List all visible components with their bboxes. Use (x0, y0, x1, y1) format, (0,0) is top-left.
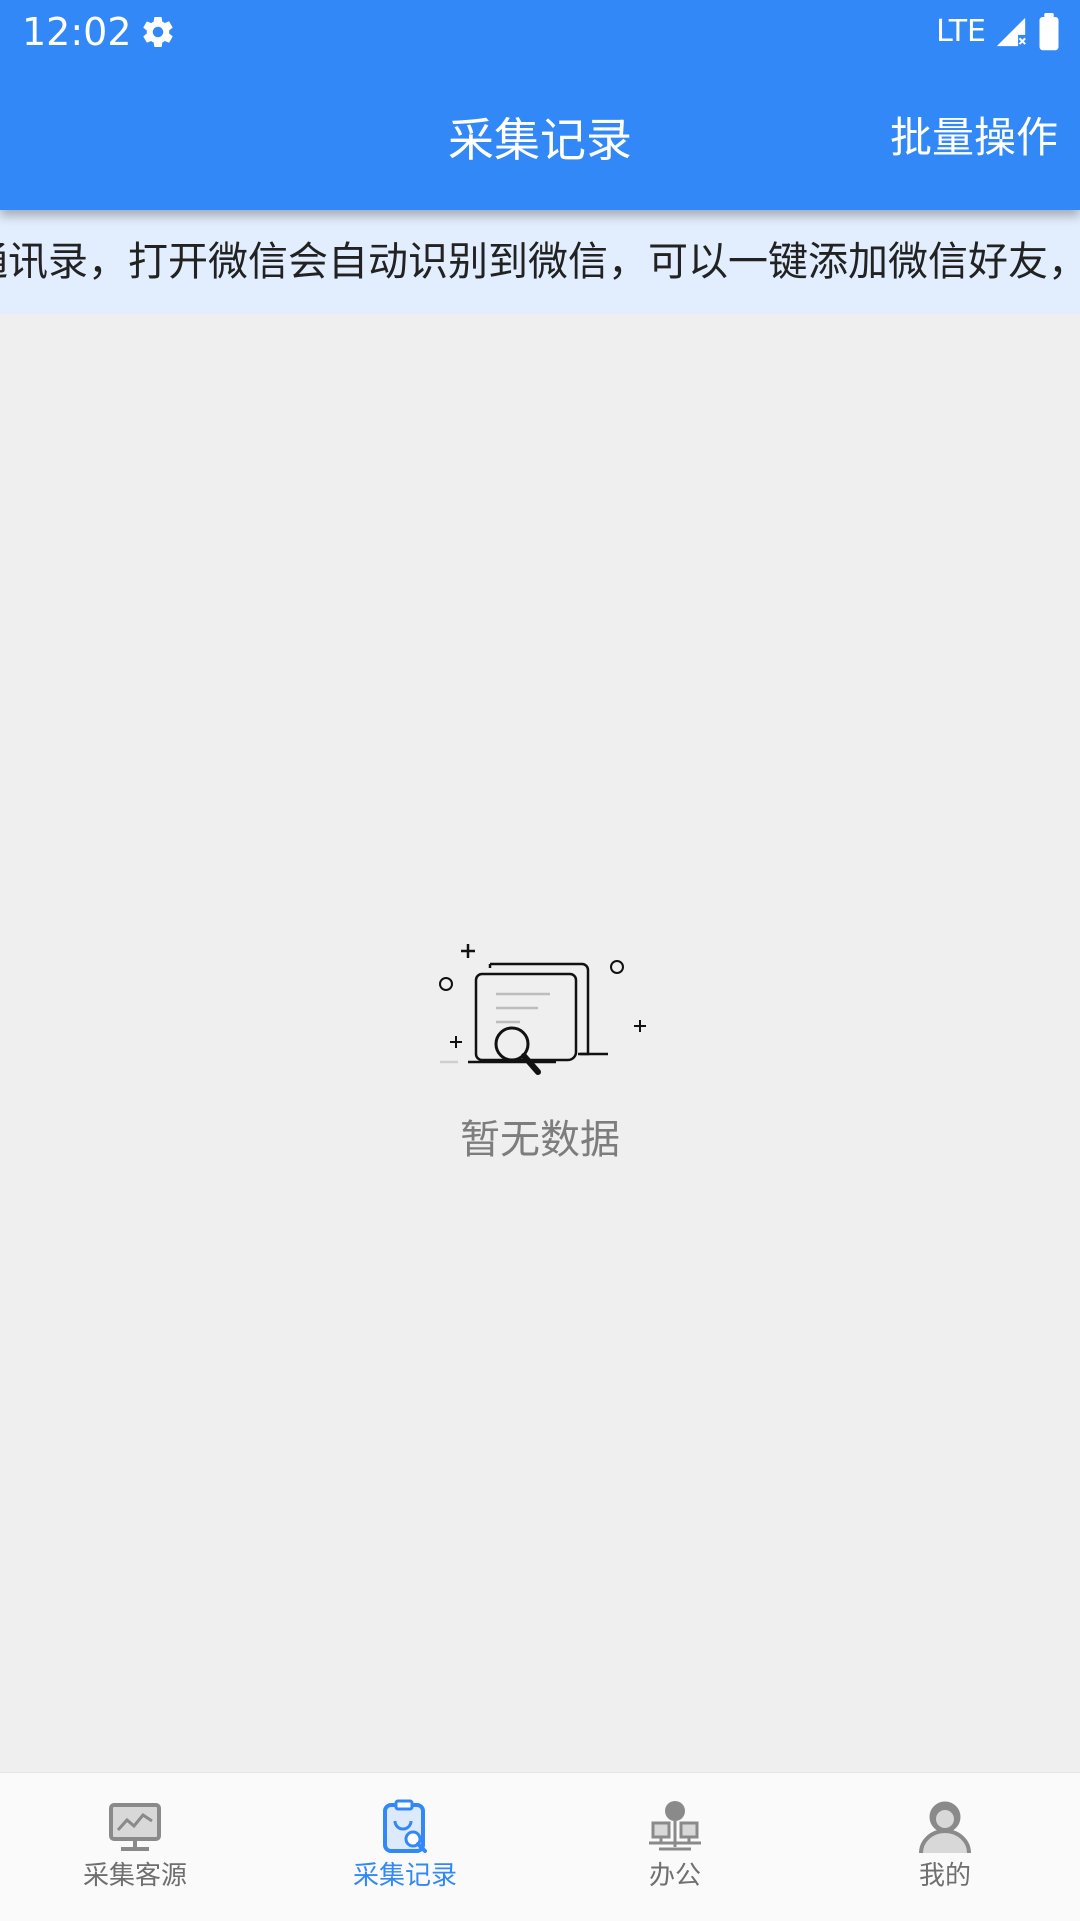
battery-icon (1039, 13, 1059, 51)
app-bar: 12:02 LTE 采集记录 批量操作 (0, 0, 1080, 210)
empty-state: 暂无数据 (0, 940, 1080, 1166)
clipboard-search-icon (383, 1799, 427, 1853)
notice-text: 通讯录，打开微信会自动识别到微信，可以一键添加微信好友， (0, 239, 1080, 285)
nav-item-office[interactable]: 办公 (540, 1773, 810, 1921)
signal-icon (996, 17, 1026, 47)
nav-label: 我的 (918, 1861, 971, 1891)
nav-label: 采集客源 (82, 1861, 187, 1891)
nav-item-mine[interactable]: 我的 (810, 1773, 1080, 1921)
settings-gear-icon (143, 17, 173, 48)
notice-bar: 通讯录，打开微信会自动识别到微信，可以一键添加微信好友， (0, 210, 1080, 314)
status-right: LTE (936, 12, 1062, 52)
office-network-icon (649, 1801, 701, 1851)
empty-text: 暂无数据 (460, 1117, 620, 1163)
monitor-chart-icon (109, 1803, 161, 1851)
user-icon (919, 1801, 971, 1854)
batch-operation-button[interactable]: 批量操作 (890, 108, 1058, 168)
network-type: LTE (936, 14, 986, 49)
nav-item-collect-records[interactable]: 采集记录 (270, 1773, 540, 1921)
documents-search-icon (439, 944, 646, 1075)
bottom-nav: 采集客源 采集记录 办公 我的 (0, 1772, 1080, 1921)
nav-label: 办公 (648, 1861, 701, 1891)
status-time: 12:02 (22, 10, 132, 54)
nav-item-collect-sources[interactable]: 采集客源 (0, 1773, 270, 1921)
nav-label: 采集记录 (352, 1861, 457, 1891)
